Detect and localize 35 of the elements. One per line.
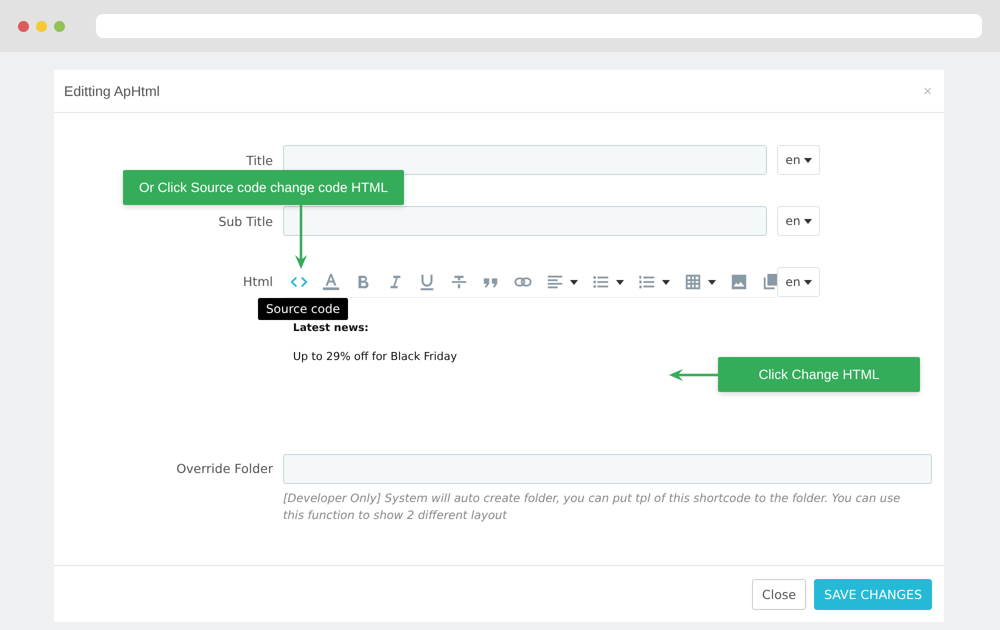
modal-title: Editting ApHtml xyxy=(64,83,160,99)
caret-icon xyxy=(804,280,812,284)
close-button[interactable]: Close xyxy=(752,578,806,610)
caret-icon xyxy=(804,158,812,162)
copy-icon xyxy=(762,273,777,291)
field-label: Override Folder xyxy=(175,460,273,478)
field-label: Sub Title xyxy=(217,214,273,228)
content-text: Up to 29% off for Black Friday xyxy=(293,350,458,363)
content-heading: Latest news: xyxy=(293,322,370,334)
numbers-icon xyxy=(638,273,656,291)
table-icon xyxy=(684,273,702,291)
language-dropdown[interactable]: en xyxy=(777,267,820,297)
language-dropdown[interactable]: en xyxy=(777,206,820,236)
left-arrow xyxy=(669,369,719,381)
down-arrow xyxy=(295,205,307,269)
caret-icon xyxy=(616,280,624,284)
caret-icon xyxy=(804,218,812,224)
underline-icon xyxy=(418,273,436,291)
caret-icon xyxy=(570,280,578,284)
caret-icon xyxy=(708,280,716,284)
tooltip: Source code xyxy=(258,298,348,320)
align-icon xyxy=(546,273,564,291)
language-dropdown[interactable]: en xyxy=(777,145,820,175)
callout-label: Or Click Source code change code HTML xyxy=(123,170,404,205)
strike-icon xyxy=(450,273,468,291)
callout-label: Click Change HTML xyxy=(718,357,920,392)
image-icon xyxy=(730,273,748,291)
close-window-icon[interactable] xyxy=(18,20,29,32)
field-label: Title xyxy=(245,152,273,168)
help-text: [Developer Only] System will auto create folder, you can put tpl of this shortcode to the folder. You can use this function to show 2 different layout xyxy=(283,490,902,524)
bullets-icon xyxy=(592,273,610,291)
caret-icon xyxy=(662,280,670,284)
field-label: Html xyxy=(242,273,273,291)
font-color-icon xyxy=(322,273,340,291)
maximize-window-icon[interactable] xyxy=(54,20,65,32)
